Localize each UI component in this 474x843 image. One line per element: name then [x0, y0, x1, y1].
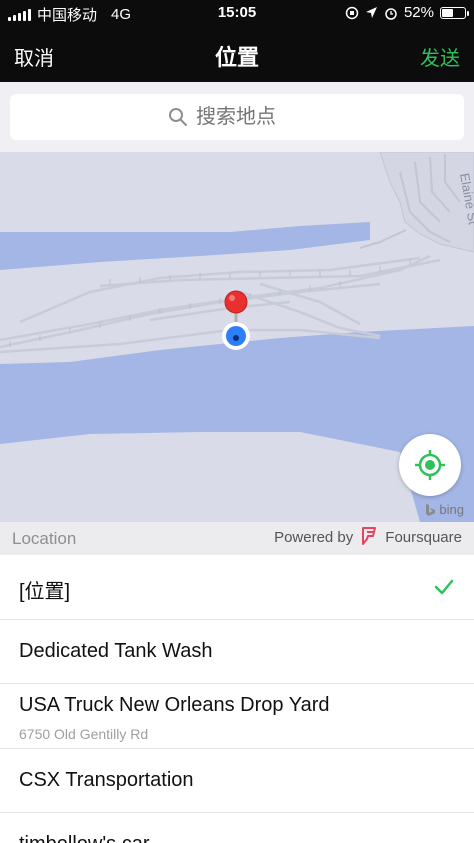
top-bar: 中国移动 4G 15:05 52% 取消 位置 发送	[0, 0, 474, 82]
powered-by: Powered by Foursquare	[274, 527, 462, 547]
foursquare-brand: Foursquare	[385, 528, 462, 546]
locate-me-button[interactable]	[399, 434, 461, 496]
checkmark-icon	[434, 579, 454, 595]
bing-text: bing	[439, 502, 464, 517]
battery-icon	[440, 6, 469, 19]
status-bar: 中国移动 4G 15:05 52%	[0, 0, 474, 26]
send-button[interactable]: 发送	[420, 42, 460, 71]
search-input[interactable]	[196, 105, 306, 129]
list-item[interactable]: CSX Transportation	[0, 749, 474, 813]
places-list: [位置] Dedicated Tank Wash USA Truck New O…	[0, 555, 474, 843]
page-title: 位置	[214, 45, 259, 70]
map-water-upper	[0, 222, 370, 270]
list-item[interactable]: [位置]	[0, 555, 474, 620]
place-name: [位置]	[19, 581, 71, 603]
foursquare-logo-icon	[362, 527, 377, 545]
bing-logo-icon	[426, 503, 436, 516]
alarm-icon	[385, 7, 397, 20]
location-label: Location	[12, 529, 77, 548]
list-item[interactable]: USA Truck New Orleans Drop Yard 6750 Old…	[0, 684, 474, 749]
locate-icon	[415, 450, 445, 480]
search-section	[0, 82, 474, 152]
place-name: USA Truck New Orleans Drop Yard	[19, 694, 330, 716]
location-header: Location Powered by Foursquare	[0, 522, 474, 555]
pin-highlight	[229, 295, 235, 301]
list-item[interactable]: timbellow's car	[0, 813, 474, 843]
powered-by-text: Powered by	[274, 528, 354, 546]
battery-percent: 52%	[403, 4, 434, 21]
map-attribution: bing	[425, 502, 464, 517]
cancel-button[interactable]: 取消	[14, 42, 54, 71]
place-name: Dedicated Tank Wash	[19, 639, 213, 662]
place-name: timbellow's car	[19, 833, 150, 843]
place-name: CSX Transportation	[19, 768, 194, 791]
place-address: 6750 Old Gentilly Rd	[19, 726, 149, 742]
nav-bar: 取消 位置 发送	[0, 26, 474, 82]
user-location-center	[233, 335, 239, 341]
screen-lock-icon	[345, 6, 359, 19]
location-arrow-icon	[365, 7, 377, 18]
search-bar[interactable]	[10, 94, 464, 140]
drop-pin	[224, 290, 248, 314]
list-item[interactable]: Dedicated Tank Wash	[0, 620, 474, 684]
search-icon	[169, 108, 187, 126]
battery-fill	[442, 8, 453, 17]
map-river	[0, 326, 474, 522]
status-right: 52%	[345, 4, 469, 21]
